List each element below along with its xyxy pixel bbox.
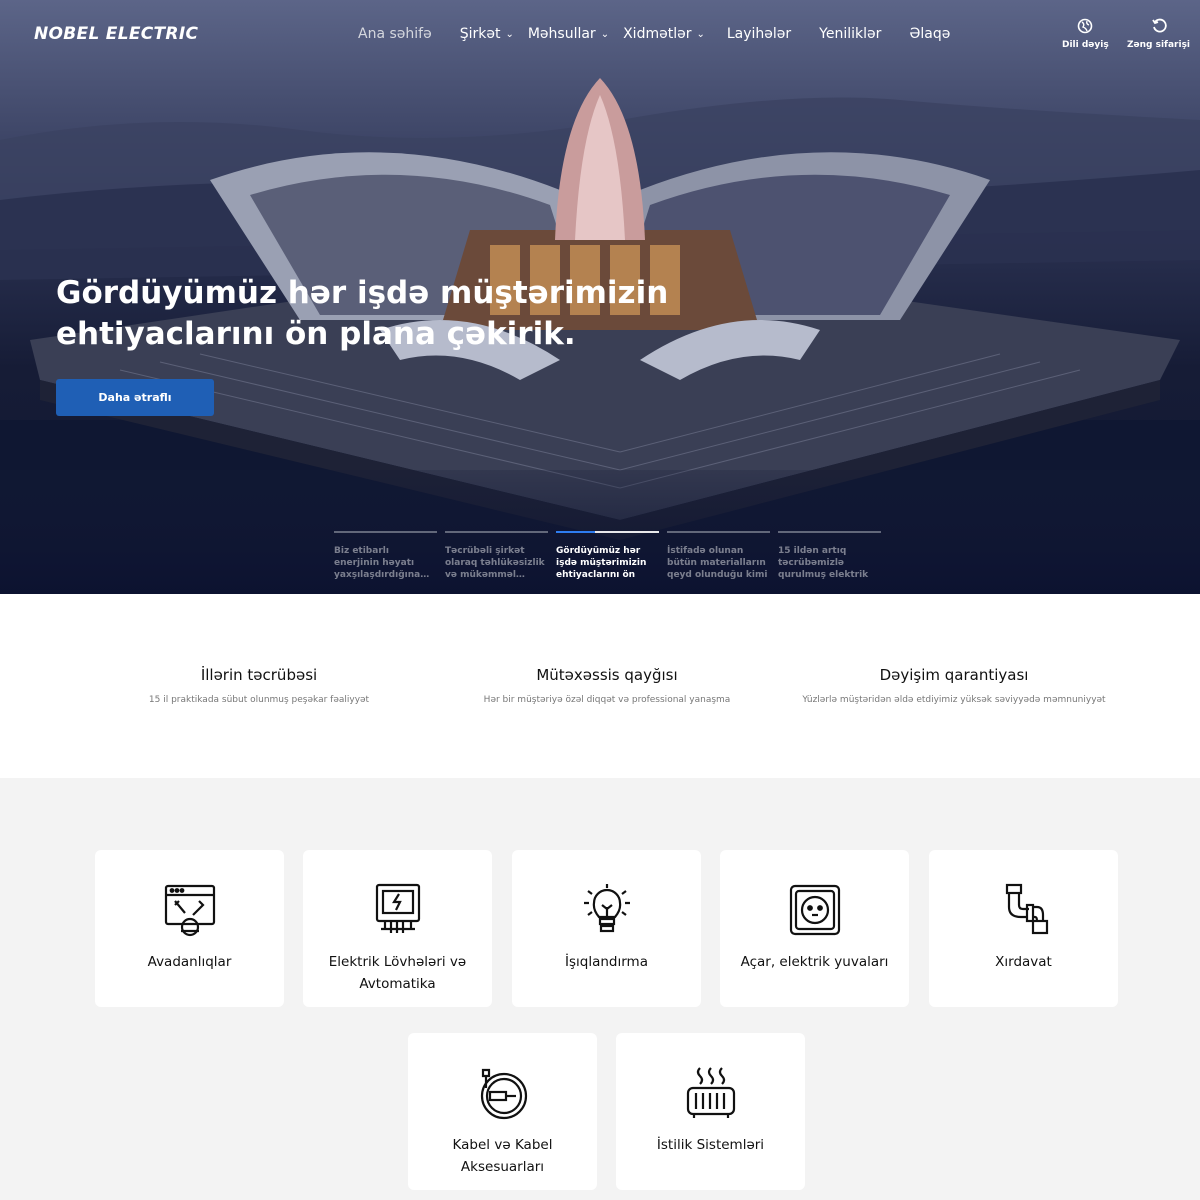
slide-text: Biz etibarlı enerjinin həyatı yaxşılaşdı… (334, 546, 430, 580)
category-card-switches-sockets[interactable]: Açar, elektrik yuvaları (720, 850, 909, 1007)
phone-callback-icon (1151, 18, 1167, 33)
feature-exchange-guarantee: Dəyişim qarantiyası Yüzlərlə müştəridən … (774, 666, 1134, 705)
category-card-cables[interactable]: Kabel və Kabel Aksesuarları (408, 1033, 597, 1190)
category-label: Kabel və Kabel Aksesuarları (452, 1137, 553, 1175)
slide-tab-1[interactable]: Biz etibarlı enerjinin həyatı yaxşılaşdı… (334, 531, 437, 581)
slide-tab-3[interactable]: Gördüyümüz hər işdə müştərimizin ehtiyac… (556, 531, 659, 581)
tools-window-icon (164, 884, 215, 937)
light-bulb-icon (583, 884, 630, 933)
nav-item-home[interactable]: Ana səhifə (358, 26, 432, 42)
hero-title: Gördüyümüz hər işdə müştərimizin ehtiyac… (56, 275, 669, 352)
category-label: Açar, elektrik yuvaları (740, 954, 889, 970)
category-card-equipment[interactable]: Avadanlıqlar (95, 850, 284, 1007)
socket-outlet-icon (789, 884, 840, 936)
nav-item-contact[interactable]: Əlaqə (909, 26, 950, 42)
site-logo[interactable]: NOBEL ELECTRIC (34, 24, 198, 44)
category-card-electric-panels[interactable]: Elektrik Lövhələri və Avtomatika (303, 850, 492, 1007)
slide-progress (556, 531, 659, 533)
category-label: İşıqlandırma (565, 954, 648, 970)
slide-text: 15 ildən artıq təcrübəmizlə qurulmuş ele… (778, 546, 869, 580)
nav-item-company[interactable]: Şirkət ⌄ (460, 26, 514, 42)
nav-item-services[interactable]: Xidmətlər ⌄ (623, 26, 705, 42)
slide-progress (334, 531, 437, 533)
callback-label: Zəng sifarişi (1127, 40, 1191, 50)
nav-label: Layihələr (726, 26, 792, 42)
product-categories: Avadanlıqlar Elektrik Lövhələri və Avtom… (0, 778, 1200, 1200)
slide-progress (445, 531, 548, 533)
language-label: Dili dəyiş (1062, 40, 1109, 50)
globe-icon (1078, 18, 1093, 34)
feature-title: İllərin təcrübəsi (200, 666, 318, 684)
chevron-down-icon: ⌄ (505, 28, 514, 40)
category-card-heating[interactable]: İstilik Sistemləri (616, 1033, 805, 1190)
category-card-hardware[interactable]: Xırdavat (929, 850, 1118, 1007)
feature-description: 15 il praktikada sübut olunmuş peşəkar f… (148, 695, 370, 705)
slide-tab-5[interactable]: 15 ildən artıq təcrübəmizlə qurulmuş ele… (778, 531, 881, 581)
feature-title: Dəyişim qarantiyası (879, 666, 1029, 684)
features-section: İllərin təcrübəsi 15 il praktikada sübut… (0, 594, 1200, 778)
slide-tab-4[interactable]: İstifadə olunan bütün materialların qeyd… (667, 531, 770, 581)
nav-label: Xidmətlər (623, 26, 692, 42)
nav-item-projects[interactable]: Layihələr (727, 26, 791, 42)
nav-label: Əlaqə (909, 26, 951, 42)
nav-label: Şirkət (459, 26, 501, 42)
nav-label: Məhsullar (527, 26, 596, 42)
cable-coil-icon (480, 1068, 527, 1120)
slide-tab-2[interactable]: Təcrübəli şirkət olaraq təhlükəsizlik və… (445, 531, 548, 581)
category-label: Elektrik Lövhələri və Avtomatika (328, 954, 467, 992)
category-card-lighting[interactable]: İşıqlandırma (512, 850, 701, 1007)
slide-text: Gördüyümüz hər işdə müştərimizin ehtiyac… (556, 546, 647, 580)
nav-item-products[interactable]: Məhsullar ⌄ (528, 26, 609, 42)
slide-progress (667, 531, 770, 533)
feature-expert-care: Mütəxəssis qayğısı Hər bir müştəriyə özə… (427, 666, 787, 705)
chevron-down-icon: ⌄ (696, 28, 705, 40)
slide-text: İstifadə olunan bütün materialların qeyd… (667, 546, 768, 580)
feature-description: Hər bir müştəriyə özəl diqqət və profess… (483, 695, 731, 705)
learn-more-button[interactable]: Daha ətraflı (56, 379, 214, 416)
nav-label: Yeniliklər (819, 26, 882, 42)
callback-request-button[interactable]: Zəng sifarişi (1127, 18, 1190, 50)
pipe-fitting-icon (1005, 883, 1048, 935)
slide-progress-fill (556, 531, 596, 533)
heater-icon (686, 1067, 735, 1118)
slider-pagination: Biz etibarlı enerjinin həyatı yaxşılaşdı… (334, 531, 889, 581)
chevron-down-icon: ⌄ (600, 28, 610, 40)
electric-panel-icon (375, 883, 420, 933)
category-label: Avadanlıqlar (147, 954, 232, 970)
hero-banner: NOBEL ELECTRIC Ana səhifə Şirkət ⌄ Məhsul… (0, 0, 1200, 594)
slide-text: Təcrübəli şirkət olaraq təhlükəsizlik və… (445, 546, 545, 580)
top-navigation-bar: NOBEL ELECTRIC Ana səhifə Şirkət ⌄ Məhsul… (0, 0, 1200, 72)
feature-experience: İllərin təcrübəsi 15 il praktikada sübut… (79, 666, 439, 705)
feature-description: Yüzlərlə müştəridən əldə etdiyimiz yüksə… (802, 695, 1106, 705)
feature-title: Mütəxəssis qayğısı (536, 666, 678, 684)
language-switch-button[interactable]: Dili dəyiş (1062, 18, 1109, 50)
nav-item-news[interactable]: Yeniliklər (819, 26, 881, 42)
slide-progress (778, 531, 881, 533)
main-nav: Ana səhifə Şirkət ⌄ Məhsullar ⌄ Xidmətlər ⌄… (358, 26, 978, 42)
nav-label: Ana səhifə (358, 26, 432, 42)
category-label: Xırdavat (995, 954, 1052, 970)
category-label: İstilik Sistemləri (656, 1137, 765, 1153)
